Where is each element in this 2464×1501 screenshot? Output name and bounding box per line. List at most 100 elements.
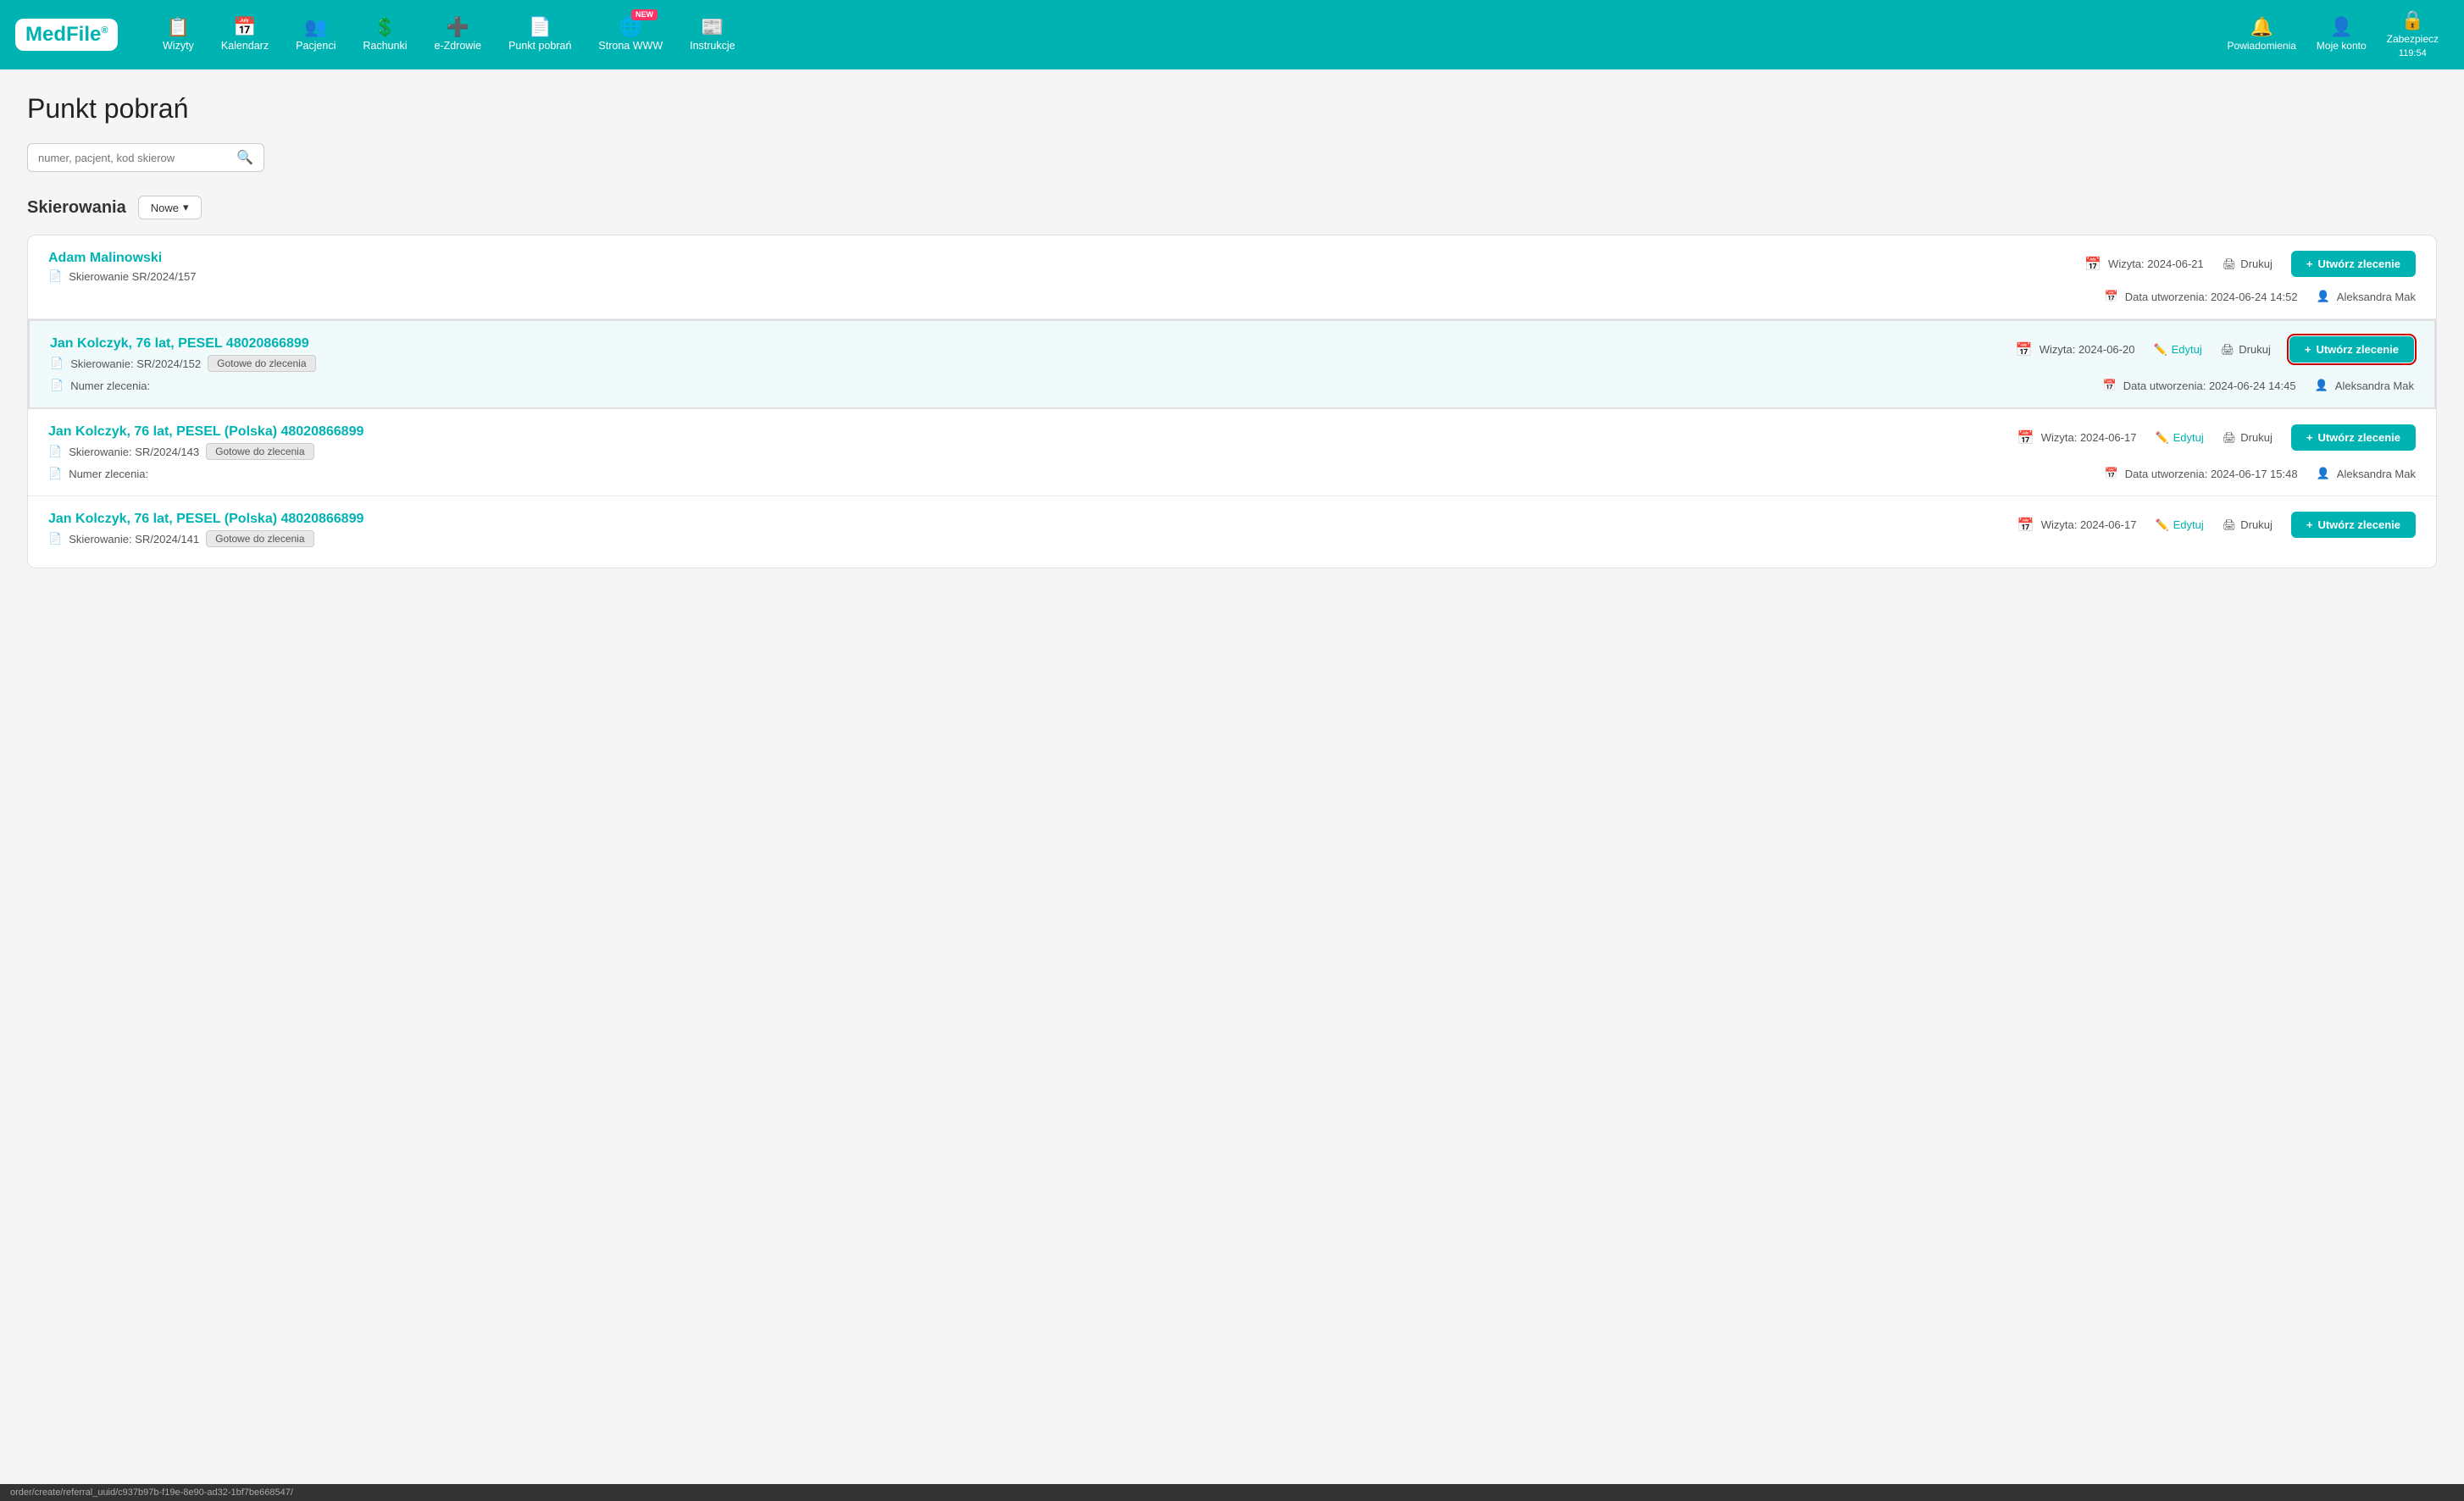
created-calendar-icon-1: 📅 — [2105, 290, 2118, 303]
author-2: Aleksandra Mak — [2335, 379, 2414, 392]
logo-med: Med — [25, 23, 66, 46]
page-title: Punkt pobrań — [27, 93, 2437, 125]
edit-icon-4: ✏️ — [2155, 518, 2168, 532]
status-url: order/create/referral_uuid/c937b97b-f19e… — [10, 1487, 293, 1498]
card-right-3: 📅 Wizyta: 2024-06-17 ✏️ Edytuj 🖨 Drukuj … — [2017, 424, 2416, 451]
pacjenci-label: Pacjenci — [296, 40, 336, 52]
print-label-3: Drukuj — [2240, 431, 2273, 444]
card-ref-3: 📄 Skierowanie: SR/2024/143 Gotowe do zle… — [48, 443, 2017, 460]
nav-instrukcje[interactable]: 📰 Instrukcje — [676, 11, 749, 58]
card-bottom-1: 📅 Data utworzenia: 2024-06-24 14:52 👤 Al… — [48, 290, 2416, 303]
search-input[interactable] — [38, 152, 236, 164]
numer-icon-2: 📄 — [50, 379, 64, 392]
print-button-4[interactable]: 🖨 Drukuj — [2223, 518, 2273, 532]
card-ref-4: 📄 Skierowanie: SR/2024/141 Gotowe do zle… — [48, 530, 2017, 547]
nav-kalendarz[interactable]: 📅 Kalendarz — [208, 11, 282, 58]
nav-wizyty[interactable]: 📋 Wizyty — [149, 11, 208, 58]
card-ref-1: 📄 Skierowanie SR/2024/157 — [48, 269, 2084, 283]
nav-e-zdrowie[interactable]: ➕ e-Zdrowie — [420, 11, 495, 58]
rachunki-icon: 💲 — [374, 18, 397, 36]
calendar-icon-1: 📅 — [2084, 256, 2101, 273]
kalendarz-label: Kalendarz — [221, 40, 269, 52]
nav-moje-konto[interactable]: 👤 Moje konto — [2306, 11, 2377, 58]
nav-zabezpiecz[interactable]: 🔒 Zabezpiecz 119:54 — [2377, 4, 2449, 65]
create-order-button-4[interactable]: + Utwórz zlecenie — [2291, 512, 2416, 538]
logo[interactable]: MedFile® — [15, 19, 125, 51]
logo-file: File — [66, 23, 101, 46]
main-content: Punkt pobrań 🔍 Skierowania Nowe ▾ Adam M… — [0, 69, 2464, 592]
card-bottom-right-1: 📅 Data utworzenia: 2024-06-24 14:52 👤 Al… — [2105, 290, 2416, 303]
kalendarz-icon: 📅 — [233, 18, 256, 36]
new-badge: NEW — [631, 9, 658, 20]
calendar-icon-2: 📅 — [2016, 341, 2033, 358]
visit-label-1: Wizyta: 2024-06-21 — [2108, 258, 2204, 270]
order-label-4: Utwórz zlecenie — [2317, 518, 2400, 531]
card-ref-2: 📄 Skierowanie: SR/2024/152 Gotowe do zle… — [50, 355, 2016, 372]
author-icon-1: 👤 — [2317, 290, 2330, 303]
patient-name-3[interactable]: Jan Kolczyk, 76 lat, PESEL (Polska) 4802… — [48, 424, 2017, 440]
section-title: Skierowania — [27, 198, 126, 218]
created-label-3: Data utworzenia: 2024-06-17 15:48 — [2125, 468, 2298, 480]
ref-text-2: Skierowanie: SR/2024/152 — [70, 357, 201, 370]
instrukcje-icon: 📰 — [701, 18, 724, 36]
create-order-button-1[interactable]: + Utwórz zlecenie — [2291, 251, 2416, 277]
edit-label-3: Edytuj — [2173, 431, 2204, 444]
e-zdrowie-icon: ➕ — [447, 18, 469, 36]
create-order-button-2[interactable]: + Utwórz zlecenie — [2289, 336, 2414, 363]
card-3: Jan Kolczyk, 76 lat, PESEL (Polska) 4802… — [28, 409, 2436, 496]
nav-rachunki[interactable]: 💲 Rachunki — [349, 11, 420, 58]
nav-pacjenci[interactable]: 👥 Pacjenci — [282, 11, 349, 58]
nav-punkt-pobran[interactable]: 📄 Punkt pobrań — [495, 11, 585, 58]
ref-text-4: Skierowanie: SR/2024/141 — [69, 533, 199, 546]
powiadomienia-icon: 🔔 — [2250, 18, 2273, 36]
edit-label-2: Edytuj — [2172, 343, 2202, 356]
created-meta-3: 📅 Data utworzenia: 2024-06-17 15:48 — [2105, 467, 2298, 480]
author-3: Aleksandra Mak — [2337, 468, 2416, 480]
wizyty-label: Wizyty — [163, 40, 194, 52]
created-calendar-icon-2: 📅 — [2103, 379, 2117, 392]
card-top-4: Jan Kolczyk, 76 lat, PESEL (Polska) 4802… — [48, 512, 2416, 547]
search-bar[interactable]: 🔍 — [27, 143, 264, 172]
card-right-1: 📅 Wizyta: 2024-06-21 🖨 Drukuj + Utwórz z… — [2084, 251, 2416, 277]
filter-button[interactable]: Nowe ▾ — [138, 196, 202, 219]
patient-name-4[interactable]: Jan Kolczyk, 76 lat, PESEL (Polska) 4802… — [48, 512, 2017, 527]
e-zdrowie-label: e-Zdrowie — [434, 40, 481, 52]
author-meta-1: 👤 Aleksandra Mak — [2317, 290, 2416, 303]
card-top-1: Adam Malinowski 📄 Skierowanie SR/2024/15… — [48, 251, 2416, 283]
zabezpiecz-label: Zabezpiecz — [2387, 33, 2439, 45]
print-button-2[interactable]: 🖨 Drukuj — [2221, 343, 2271, 357]
printer-icon-3: 🖨 — [2223, 431, 2237, 445]
edit-button-2[interactable]: ✏️ Edytuj — [2153, 343, 2201, 357]
chevron-down-icon: ▾ — [183, 201, 189, 214]
patient-name-1[interactable]: Adam Malinowski — [48, 251, 2084, 266]
card-top-2: Jan Kolczyk, 76 lat, PESEL 48020866899 📄… — [50, 336, 2414, 372]
visit-label-4: Wizyta: 2024-06-17 — [2041, 518, 2137, 531]
edit-icon-3: ✏️ — [2155, 431, 2168, 445]
card-bottom-right-3: 📅 Data utworzenia: 2024-06-17 15:48 👤 Al… — [2105, 467, 2416, 480]
created-label-1: Data utworzenia: 2024-06-24 14:52 — [2125, 291, 2298, 303]
plus-icon-2: + — [2305, 343, 2311, 356]
navbar: MedFile® 📋 Wizyty 📅 Kalendarz 👥 Pacjenci… — [0, 0, 2464, 69]
patient-name-2[interactable]: Jan Kolczyk, 76 lat, PESEL 48020866899 — [50, 336, 2016, 352]
edit-button-3[interactable]: ✏️ Edytuj — [2155, 431, 2203, 445]
print-button-3[interactable]: 🖨 Drukuj — [2223, 431, 2273, 445]
print-button-1[interactable]: 🖨 Drukuj — [2223, 258, 2273, 271]
card-1: Adam Malinowski 📄 Skierowanie SR/2024/15… — [28, 235, 2436, 319]
card-right-2: 📅 Wizyta: 2024-06-20 ✏️ Edytuj 🖨 Drukuj … — [2016, 336, 2414, 363]
nav-right: 🔔 Powiadomienia 👤 Moje konto 🔒 Zabezpiec… — [2217, 4, 2449, 65]
nav-strona-www[interactable]: 🌐 NEW Strona WWW — [585, 11, 676, 58]
wizyty-icon: 📋 — [167, 18, 190, 36]
plus-icon-4: + — [2306, 518, 2313, 531]
visit-meta-3: 📅 Wizyta: 2024-06-17 — [2017, 429, 2137, 446]
create-order-button-3[interactable]: + Utwórz zlecenie — [2291, 424, 2416, 451]
edit-button-4[interactable]: ✏️ Edytuj — [2155, 518, 2203, 532]
cards-container: Adam Malinowski 📄 Skierowanie SR/2024/15… — [27, 235, 2437, 568]
nav-powiadomienia[interactable]: 🔔 Powiadomienia — [2217, 11, 2306, 58]
card-4: Jan Kolczyk, 76 lat, PESEL (Polska) 4802… — [28, 496, 2436, 568]
instrukcje-label: Instrukcje — [690, 40, 735, 52]
punkt-pobran-icon: 📄 — [529, 18, 552, 36]
print-label-4: Drukuj — [2240, 518, 2273, 531]
author-meta-2: 👤 Aleksandra Mak — [2315, 379, 2414, 392]
moje-konto-icon: 👤 — [2330, 18, 2353, 36]
status-badge-4: Gotowe do zlecenia — [206, 530, 314, 547]
